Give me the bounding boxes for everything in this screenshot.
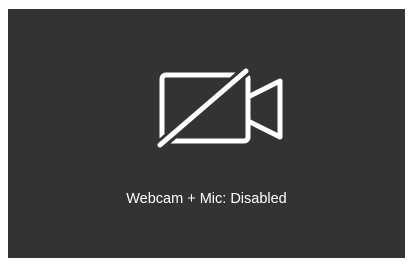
- webcam-status-text: Webcam + Mic: Disabled: [126, 191, 287, 207]
- webcam-preview-panel: Webcam + Mic: Disabled: [8, 9, 405, 258]
- camera-off-icon: [156, 67, 286, 151]
